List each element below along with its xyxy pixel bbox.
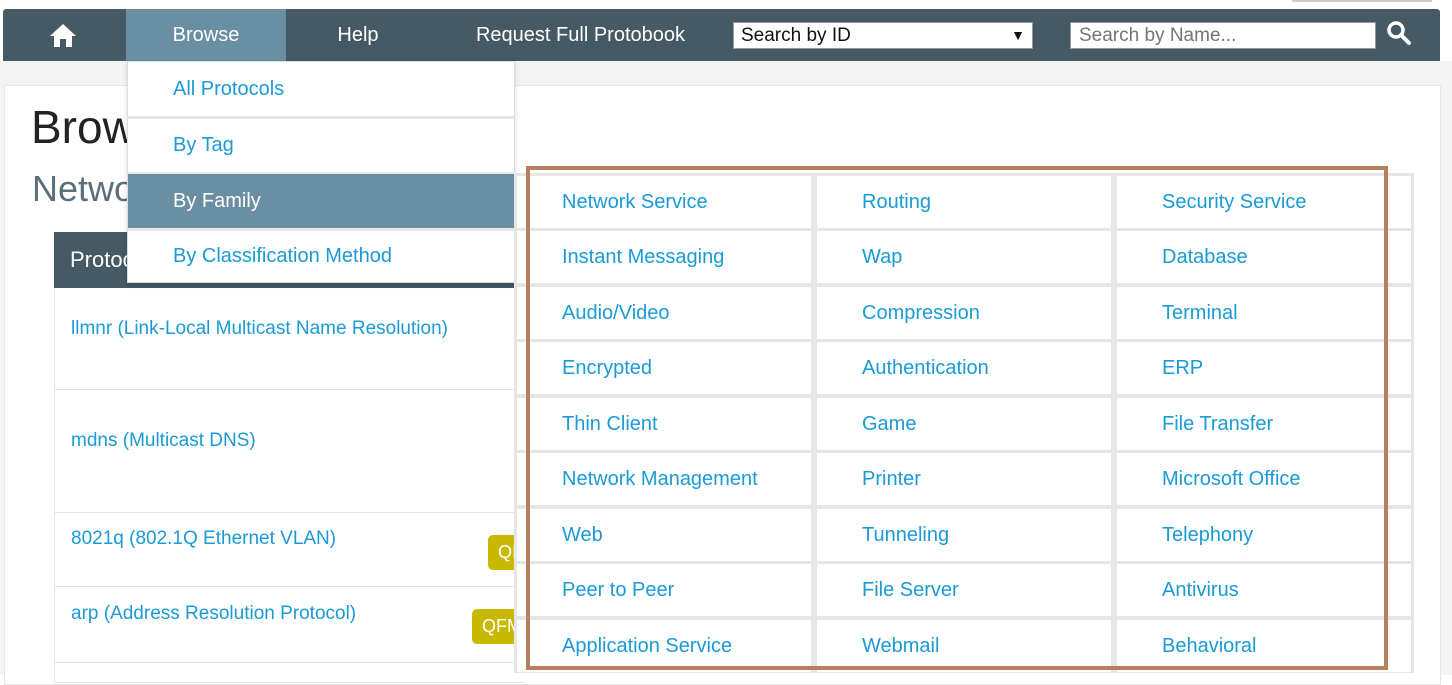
family-link[interactable]: Behavioral — [1117, 620, 1411, 672]
family-link[interactable]: Printer — [817, 453, 1111, 505]
family-link[interactable]: Audio/Video — [517, 287, 811, 339]
protocol-link-mdns[interactable]: mdns (Multicast DNS) — [71, 430, 256, 452]
nav-browse[interactable]: Browse — [126, 9, 286, 61]
family-link[interactable]: File Server — [817, 564, 1111, 616]
top-navbar: Browse Help Request Full Protobook Searc… — [3, 9, 1440, 61]
search-by-id-value: Search by ID — [741, 25, 851, 46]
page-title: Brow — [31, 101, 136, 153]
top-divider — [1292, 0, 1432, 2]
table-row — [54, 663, 524, 683]
menu-item-by-tag[interactable]: By Tag — [128, 119, 514, 172]
family-link[interactable]: Encrypted — [517, 342, 811, 394]
protocol-link-arp[interactable]: arp (Address Resolution Protocol) — [71, 603, 356, 625]
search-button[interactable] — [1386, 20, 1416, 50]
dropdown-arrow-icon: ▼ — [1011, 27, 1025, 43]
table-row: mdns (Multicast DNS) — [54, 390, 524, 513]
nav-help[interactable]: Help — [303, 9, 413, 61]
menu-item-all-protocols[interactable]: All Protocols — [128, 63, 514, 116]
browse-dropdown-menu: All Protocols By Tag By Family By Classi… — [127, 61, 515, 283]
family-link[interactable]: Web — [517, 509, 811, 561]
family-link[interactable]: Peer to Peer — [517, 564, 811, 616]
family-link[interactable]: Network Service — [517, 176, 811, 228]
page-subtitle: Netwo — [32, 168, 135, 209]
family-link[interactable]: Antivirus — [1117, 564, 1411, 616]
family-link[interactable]: Microsoft Office — [1117, 453, 1411, 505]
family-link[interactable]: Terminal — [1117, 287, 1411, 339]
protocol-link-llmnr[interactable]: llmnr (Link-Local Multicast Name Resolut… — [71, 318, 448, 340]
table-row: llmnr (Link-Local Multicast Name Resolut… — [54, 288, 524, 390]
family-link[interactable]: Webmail — [817, 620, 1111, 672]
family-link[interactable]: Wap — [817, 231, 1111, 283]
nav-request-protobook[interactable]: Request Full Protobook — [443, 9, 718, 61]
family-link[interactable]: Game — [817, 398, 1111, 450]
family-link[interactable]: File Transfer — [1117, 398, 1411, 450]
protocol-link-8021q[interactable]: 8021q (802.1Q Ethernet VLAN) — [71, 528, 336, 550]
family-link[interactable]: Compression — [817, 287, 1111, 339]
family-link[interactable]: Instant Messaging — [517, 231, 811, 283]
home-icon — [50, 24, 76, 47]
family-link[interactable]: Routing — [817, 176, 1111, 228]
family-link[interactable]: Authentication — [817, 342, 1111, 394]
family-link[interactable]: Network Management — [517, 453, 811, 505]
menu-item-by-classification[interactable]: By Classification Method — [128, 230, 514, 283]
family-link[interactable]: Thin Client — [517, 398, 811, 450]
search-icon — [1387, 21, 1411, 45]
family-grid: Network Service Routing Security Service In… — [514, 173, 1414, 673]
family-link[interactable]: Tunneling — [817, 509, 1111, 561]
family-link[interactable]: ERP — [1117, 342, 1411, 394]
table-row: 8021q (802.1Q Ethernet VLAN) QI — [54, 513, 528, 587]
family-link[interactable]: Security Service — [1117, 176, 1411, 228]
family-link[interactable]: Telephony — [1117, 509, 1411, 561]
table-row: arp (Address Resolution Protocol) QFM — [54, 587, 528, 663]
home-button[interactable] — [3, 9, 123, 61]
family-link[interactable]: Application Service — [517, 620, 811, 672]
menu-item-by-family[interactable]: By Family — [128, 174, 514, 228]
search-by-name-input[interactable] — [1070, 22, 1376, 49]
family-link[interactable]: Database — [1117, 231, 1411, 283]
search-by-id-select[interactable]: Search by ID ▼ — [733, 22, 1033, 49]
